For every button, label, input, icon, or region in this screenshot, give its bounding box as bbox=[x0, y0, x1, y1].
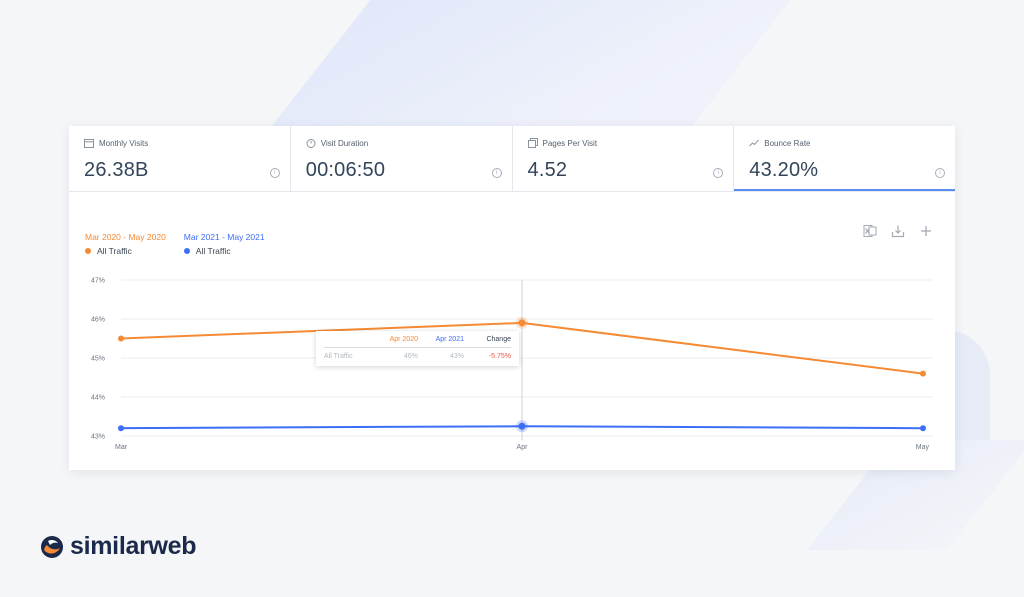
y-tick-label: 45% bbox=[91, 356, 105, 363]
similarweb-logo: similarweb bbox=[40, 532, 197, 561]
x-tick-label: Apr bbox=[517, 444, 529, 451]
tooltip-header-blank bbox=[324, 336, 376, 343]
tooltip-change-value: -5.75% bbox=[488, 353, 511, 360]
data-point bbox=[118, 335, 124, 342]
y-tick-label: 43% bbox=[91, 434, 105, 441]
tooltip-header-row: Apr 2020 Apr 2021 Change bbox=[324, 336, 511, 348]
data-point bbox=[518, 422, 526, 430]
y-tick-label: 47% bbox=[91, 278, 105, 285]
tooltip-series-name: All Traffic bbox=[324, 353, 353, 360]
chart-tooltip: Apr 2020 Apr 2021 Change All Traffic 46%… bbox=[316, 331, 519, 366]
brand-name: similarweb bbox=[70, 532, 197, 560]
data-point bbox=[920, 370, 926, 377]
bounce-rate-chart[interactable]: 47% 46% 45% 44% 43% Mar Apr May bbox=[69, 126, 955, 470]
x-tick-label: Mar bbox=[115, 444, 128, 451]
tooltip-header-change: Change bbox=[486, 336, 511, 343]
y-tick-label: 44% bbox=[91, 395, 105, 402]
data-point bbox=[920, 425, 926, 432]
similarweb-logo-icon bbox=[41, 535, 63, 558]
data-point bbox=[118, 425, 124, 432]
y-tick-label: 46% bbox=[91, 317, 105, 324]
bounce-rate-widget: Monthly Visits 26.38B i Visit Duration 0… bbox=[69, 126, 955, 470]
data-point bbox=[518, 319, 526, 327]
tooltip-data-row: All Traffic 46% 43% -5.75% bbox=[324, 348, 511, 360]
tooltip-value-2021: 43% bbox=[449, 353, 464, 360]
tooltip-header-2021: Apr 2021 bbox=[435, 336, 464, 343]
x-tick-label: May bbox=[916, 444, 930, 451]
tooltip-header-2020: Apr 2020 bbox=[389, 336, 418, 343]
tooltip-value-2020: 46% bbox=[403, 353, 418, 360]
